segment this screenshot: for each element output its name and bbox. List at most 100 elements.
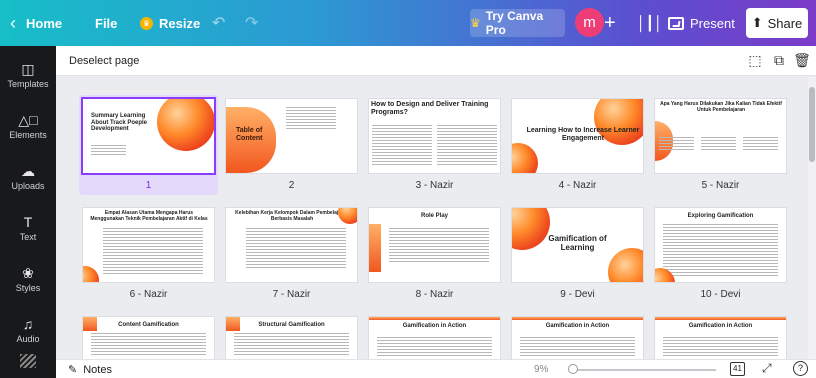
avatar[interactable]: m [575,8,604,37]
page-number-label: 8 - Nazir [415,289,454,300]
slide-title: Table of Content [236,127,263,142]
page-thumbnail[interactable]: Apa Yang Harus Dilakukan Jika Kalian Tid… [655,99,786,191]
page-number-label: 4 - Nazir [558,180,597,191]
duplicate-page-icon[interactable]: ⧉ [770,51,788,69]
page-thumbnail[interactable]: Gamification in Action [655,317,786,359]
file-menu-button[interactable]: File [95,0,117,46]
notes-icon: ✎ [68,364,78,376]
page-grid-header: Deselect page ⬚ ⧉ 🗑 [56,46,816,76]
fullscreen-icon[interactable]: ⤢ [762,361,772,376]
page-grid: Summary Learning About Track Poeple Deve… [56,77,808,359]
present-icon [668,16,684,30]
more-apps-icon[interactable] [20,354,36,368]
palette-icon: ❀ [22,264,34,281]
present-button[interactable]: Present [668,0,735,46]
slide-body [91,145,126,157]
vertical-scrollbar[interactable] [808,77,816,359]
sidebar-item-label: Styles [15,282,41,293]
notes-button[interactable]: ✎ Notes [68,363,112,377]
page-thumbnail[interactable]: Structural Gamification [226,317,357,359]
page-thumbnail[interactable]: Role Play 8 - Nazir [369,208,500,300]
decor-shape [157,99,214,151]
scrollbar-thumb[interactable] [809,87,815,162]
decor-shape [83,266,99,282]
slide-title: Gamification in Action [545,323,610,329]
page-number-label: 6 - Nazir [129,289,168,300]
page-thumbnail[interactable]: Content Gamification [83,317,214,359]
slide-preview: Exploring Gamification [655,208,786,282]
insights-button[interactable]: │┃│ [637,0,663,46]
crown-icon: ♛ [140,16,153,30]
slide-title: Role Play [420,213,448,219]
slide-title: Structural Gamification [258,322,325,328]
trash-icon[interactable]: 🗑 [793,51,811,69]
share-label: Share [767,15,803,31]
chevron-left-icon: ‹ [10,12,16,33]
slide-body [234,333,349,357]
page-thumbnail[interactable]: Exploring Gamification 10 - Devi [655,208,786,300]
sidebar-item-audio[interactable]: ♫ Audio [0,305,56,355]
bottom-bar: ✎ Notes 9% 41 ⤢ ? [56,359,816,378]
slide-body [659,137,694,152]
sidebar-item-label: Audio [16,333,40,344]
slide-body [743,137,778,152]
page-count-button[interactable]: 41 [730,362,745,376]
redo-button[interactable]: ↷ [245,0,258,46]
decor-shape [369,224,381,272]
slide-body [520,337,635,358]
home-button[interactable]: ‹ Home [10,0,62,46]
slide-preview: Table of Content [226,99,357,173]
sidebar-item-uploads[interactable]: ☁ Uploads [0,152,56,202]
add-page-icon[interactable]: ⬚ [746,51,764,69]
slide-body [701,137,736,152]
page-thumbnail[interactable]: Summary Learning About Track Poeple Deve… [79,95,218,195]
decor-shape [83,317,97,331]
decor-shape [512,317,643,320]
zoom-slider-handle[interactable] [568,364,578,374]
add-collaborator-button[interactable]: + [604,0,616,46]
page-thumbnail[interactable]: Gamification in Action [512,317,643,359]
upload-icon: ⬆ [751,15,763,30]
page-thumbnail[interactable]: How to Design and Deliver Training Progr… [369,99,500,191]
slide-title: How to Design and Deliver Training Progr… [371,101,489,116]
sidebar-item-label: Text [19,231,37,242]
slide-body [91,333,206,357]
sidebar-item-elements[interactable]: △□ Elements [0,101,56,151]
page-number-label: 1 [145,180,152,191]
slide-preview: Learning How to Increase Learner Engagem… [512,99,643,173]
slide-body [103,228,203,276]
decor-shape [369,317,500,320]
deselect-page-button[interactable]: Deselect page [69,55,139,67]
present-label: Present [690,15,735,31]
slide-body [246,228,346,270]
page-number-label: 7 - Nazir [272,289,311,300]
sidebar-item-styles[interactable]: ❀ Styles [0,254,56,304]
page-thumbnail[interactable]: Gamification of Learning 9 - Devi [512,208,643,300]
slide-title: Exploring Gamification [687,213,754,219]
page-number-label: 2 [288,180,295,191]
page-thumbnail[interactable]: Table of Content 2 [226,99,357,191]
slide-title: Gamification in Action [402,323,467,329]
undo-button[interactable]: ↶ [212,0,225,46]
resize-button[interactable]: ♛ Resize [140,0,200,46]
sidebar-item-templates[interactable]: ◫ Templates [0,50,56,100]
slide-preview: Apa Yang Harus Dilakukan Jika Kalian Tid… [655,99,786,173]
page-thumbnail[interactable]: Gamification in Action [369,317,500,359]
help-button[interactable]: ? [793,361,808,376]
slide-body [372,125,432,167]
page-thumbnail[interactable]: Empat Alasan Utama Mengapa Harus Menggun… [83,208,214,300]
sidebar-item-label: Elements [9,129,47,140]
slide-body [286,107,336,131]
bar-chart-icon: │┃│ [637,14,663,31]
slide-preview: Structural Gamification [226,317,357,359]
sidebar-item-text[interactable]: T Text [0,203,56,253]
decor-shape [226,317,240,331]
page-thumbnail[interactable]: Learning How to Increase Learner Engagem… [512,99,643,191]
share-button[interactable]: ⬆ Share [746,8,808,38]
try-canva-pro-button[interactable]: ♛ Try Canva Pro [470,9,565,37]
zoom-slider[interactable] [571,369,716,371]
slide-body [663,337,778,358]
page-thumbnail[interactable]: Kelebihan Kerja Kelompok Dalam Pembelaja… [226,208,357,300]
slide-body [377,337,492,358]
slide-preview: Gamification of Learning [512,208,643,282]
